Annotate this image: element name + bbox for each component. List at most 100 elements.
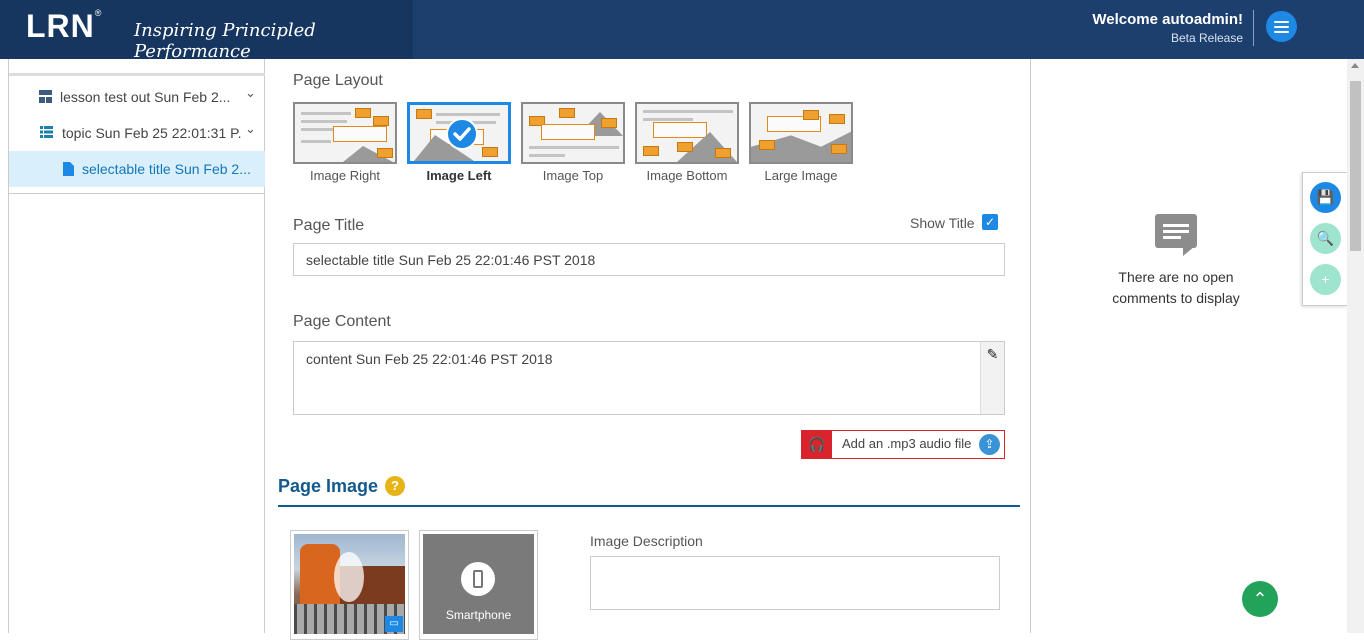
layout-text-line [643, 118, 693, 121]
image-icon [677, 142, 693, 152]
chevron-down-icon[interactable]: ⌄ [245, 85, 256, 101]
page-content-editor[interactable]: content Sun Feb 25 22:01:46 PST 2018 ✎ [293, 341, 1005, 415]
release-label: Beta Release [1170, 31, 1243, 45]
comment-line [1163, 236, 1181, 239]
layout-text-line [529, 154, 565, 157]
welcome-text: Welcome autoadmin! [1092, 11, 1243, 28]
layout-text-line [301, 140, 331, 143]
layout-text-line [643, 110, 733, 113]
smartphone-placeholder: Smartphone [423, 534, 534, 634]
layout-caption: Image Right [309, 168, 381, 183]
layout-thumbnail [407, 102, 511, 164]
image-icon [643, 146, 659, 156]
save-icon[interactable]: 💾 [1310, 182, 1341, 213]
layout-content-box [333, 126, 387, 142]
lesson-grid-icon [39, 90, 52, 103]
page-title-label: Page Title [293, 217, 365, 234]
header-divider [1253, 10, 1254, 46]
chevron-down-icon[interactable]: ⌄ [245, 121, 256, 137]
monitor-icon: ▭ [385, 616, 403, 632]
layout-content-box [541, 124, 595, 140]
desktop-image-card[interactable]: ▭ [290, 530, 409, 640]
preview-icon[interactable]: 🔍 [1310, 223, 1341, 254]
image-icon [377, 148, 393, 158]
layout-text-line [301, 120, 347, 123]
tree-item-label: lesson test out Sun Feb 2... [60, 89, 231, 105]
layout-option-large-image[interactable]: Large Image [749, 102, 853, 183]
selected-check-icon [446, 118, 478, 150]
registered-mark: ® [94, 8, 103, 18]
layout-option-image-top[interactable]: Image Top [521, 102, 625, 183]
scrollbar-thumb[interactable] [1350, 81, 1361, 251]
tree-item-label: selectable title Sun Feb 2... [82, 161, 251, 177]
image-icon [355, 108, 371, 118]
lrn-logo: LRN® [26, 8, 103, 44]
layout-thumbnail [749, 102, 853, 164]
menu-icon [1274, 21, 1289, 23]
image-icon [829, 114, 845, 124]
course-tree-sidebar: lesson test out Sun Feb 2... ⌄ topic Sun… [8, 59, 265, 633]
scroll-to-top-button[interactable]: ⌃ [1242, 581, 1278, 617]
logo-area[interactable]: LRN® Inspiring Principled Performance [0, 0, 413, 62]
menu-button[interactable] [1266, 11, 1297, 42]
page-content-label: Page Content [293, 313, 391, 330]
pencil-icon[interactable]: ✎ [980, 342, 1004, 414]
smartphone-icon [461, 562, 495, 596]
page-title-input[interactable]: selectable title Sun Feb 25 22:01:46 PST… [293, 243, 1005, 276]
layout-option-image-left[interactable]: Image Left [407, 102, 511, 183]
tree-item-page-selected[interactable]: selectable title Sun Feb 2... [9, 151, 265, 187]
layout-caption: Image Bottom [646, 168, 728, 183]
menu-icon-bar [1274, 31, 1289, 33]
add-audio-button[interactable]: 🎧 Add an .mp3 audio file ⇪ [801, 430, 1005, 459]
add-audio-label: Add an .mp3 audio file [842, 436, 972, 451]
image-icon [803, 110, 819, 120]
show-title-checkbox[interactable]: ✓ [982, 214, 998, 230]
phone-shape [473, 570, 483, 588]
layout-option-image-right[interactable]: Image Right [293, 102, 397, 183]
sidebar-divider [9, 73, 265, 76]
layout-caption: Image Top [542, 168, 604, 183]
layout-thumbnail [521, 102, 625, 164]
layout-text-line [301, 112, 351, 115]
page-layout-label: Page Layout [293, 72, 383, 89]
image-icon [559, 108, 575, 118]
show-title-label: Show Title [910, 215, 975, 231]
comment-line [1163, 224, 1189, 227]
layout-thumbnail [293, 102, 397, 164]
page-content-text: content Sun Feb 25 22:01:46 PST 2018 [306, 351, 553, 367]
smartphone-image-card[interactable]: Smartphone [419, 530, 538, 640]
train-image: ▭ [294, 534, 405, 634]
image-icon [759, 140, 775, 150]
tree-item-label: topic Sun Feb 25 22:01:31 P... [62, 125, 242, 141]
page-file-icon [63, 162, 74, 176]
no-comments-message: There are no open comments to display [1112, 269, 1240, 306]
headphones-icon: 🎧 [802, 431, 832, 458]
page-editor: Page Layout Image Right Image Left Image… [265, 59, 1031, 640]
layout-caption: Image Left [426, 168, 492, 183]
layout-option-image-bottom[interactable]: Image Bottom [635, 102, 739, 183]
page-scrollbar[interactable] [1347, 59, 1364, 633]
tree-item-topic[interactable]: topic Sun Feb 25 22:01:31 P... ⌄ [9, 115, 265, 151]
menu-icon-bar [1274, 26, 1289, 28]
app-header: LRN® Inspiring Principled Performance We… [0, 0, 1364, 62]
focal-point-marker[interactable] [334, 552, 364, 602]
tree-item-lesson[interactable]: lesson test out Sun Feb 2... ⌄ [9, 79, 265, 115]
image-icon [482, 147, 498, 157]
upload-icon[interactable]: ⇪ [979, 434, 1000, 455]
image-description-input[interactable] [590, 556, 1000, 610]
page-image-heading: Page Image [278, 476, 379, 496]
tagline: Inspiring Principled Performance [134, 20, 316, 62]
image-icon [715, 148, 731, 158]
comment-tail [1183, 246, 1195, 256]
scroll-up-arrow-icon[interactable] [1351, 63, 1359, 68]
add-page-icon[interactable]: + [1310, 264, 1341, 295]
layout-text-line [436, 113, 500, 116]
layout-text-line [529, 146, 619, 149]
section-divider [278, 505, 1020, 507]
help-icon[interactable]: ? [385, 476, 405, 496]
image-description-label: Image Description [590, 533, 703, 549]
layout-caption: Large Image [764, 168, 838, 183]
comments-panel: There are no open comments to display [1032, 59, 1347, 633]
comment-icon [1155, 214, 1197, 256]
topic-list-icon [40, 126, 53, 138]
